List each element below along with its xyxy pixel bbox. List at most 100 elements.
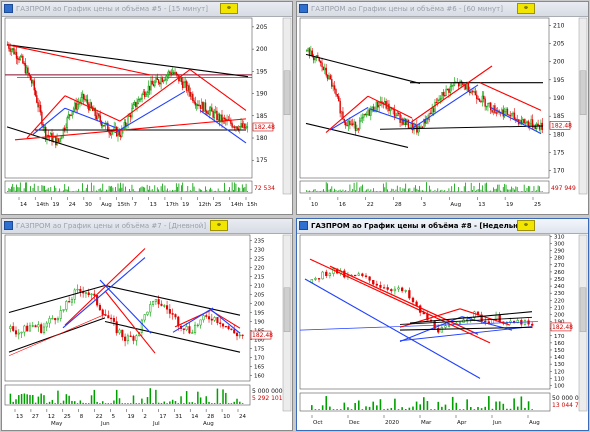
candle	[471, 90, 474, 93]
candle	[364, 113, 366, 116]
candle	[216, 317, 219, 324]
candle	[10, 49, 13, 52]
scrollbar-thumb[interactable]	[283, 70, 291, 116]
trend-line[interactable]	[309, 258, 491, 344]
chart-window-60min[interactable]: ГАЗПРОМ ао График цены и объёма #6 - [60…	[296, 1, 589, 215]
volume-bar	[391, 188, 393, 192]
x-tick-label: 30	[85, 202, 92, 208]
trend-line[interactable]	[367, 95, 413, 119]
candle	[438, 99, 440, 101]
candle	[176, 73, 179, 76]
trend-line[interactable]	[114, 90, 186, 134]
trend-line[interactable]	[411, 84, 479, 130]
volume-bar	[57, 390, 59, 404]
trend-line[interactable]	[64, 248, 146, 326]
trend-line[interactable]	[104, 290, 156, 354]
candle	[187, 85, 189, 91]
candle	[157, 79, 160, 84]
candle	[146, 92, 148, 95]
volume-bar	[336, 191, 338, 192]
trend-line[interactable]	[6, 126, 110, 160]
volume-bar	[21, 191, 22, 192]
volume-bar	[230, 403, 233, 404]
chart-window-weekly[interactable]: ГАЗПРОМ ао График цены и объёма #8 - [Не…	[296, 218, 589, 431]
volume-bar	[141, 398, 143, 404]
trend-line[interactable]	[6, 44, 249, 78]
scrollbar-thumb[interactable]	[579, 287, 587, 333]
volume-bar	[328, 189, 330, 192]
candle	[112, 318, 115, 322]
volume-bar	[426, 401, 429, 410]
candle	[126, 335, 129, 342]
volume-bar	[355, 190, 356, 192]
volume-bar	[516, 406, 519, 410]
x-tick-label: 22	[367, 202, 374, 208]
volume-bar	[175, 183, 177, 192]
volume-bar	[388, 191, 390, 192]
candle	[495, 112, 497, 114]
volume-bar	[371, 191, 373, 192]
scrollbar-thumb[interactable]	[579, 70, 587, 116]
candle	[314, 57, 316, 61]
candle	[166, 305, 169, 310]
candle	[14, 330, 18, 335]
candle	[510, 113, 513, 117]
chart-area[interactable]: 2352302252202152102052001951901851801751…	[2, 219, 292, 430]
trend-line[interactable]	[64, 95, 121, 122]
candle	[132, 104, 134, 109]
candle	[201, 101, 203, 109]
candle	[185, 81, 188, 91]
candle	[343, 270, 346, 278]
trend-line[interactable]	[99, 279, 152, 334]
candle	[241, 334, 244, 337]
candle	[347, 120, 350, 127]
trend-line[interactable]	[489, 106, 542, 135]
candle	[390, 289, 393, 292]
x-tick-label: 3	[423, 202, 427, 208]
candle	[90, 102, 93, 108]
scrollbar-thumb[interactable]	[283, 287, 291, 333]
volume-bar	[225, 392, 227, 404]
candle	[219, 322, 222, 324]
volume-bar	[135, 403, 138, 404]
candle	[480, 100, 482, 103]
candle	[527, 320, 530, 325]
volume-bar	[438, 191, 440, 192]
trend-line[interactable]	[379, 125, 544, 130]
trend-line[interactable]	[8, 284, 106, 314]
trend-line[interactable]	[8, 314, 106, 357]
chart-area[interactable]: 210 205 200 195 190 185 180 175 170 182.48 497 949…	[297, 2, 588, 214]
volume-bar	[51, 399, 54, 404]
volume-bar	[224, 182, 225, 192]
candle	[96, 113, 99, 120]
volume-bar	[451, 396, 454, 410]
trend-line[interactable]	[411, 65, 493, 123]
trend-line[interactable]	[325, 95, 369, 133]
chart-area[interactable]: 205200195190185180175182.4872 53414 14th 1…	[2, 2, 292, 214]
trend-line[interactable]	[32, 107, 66, 135]
candle	[370, 109, 372, 116]
candle	[305, 50, 308, 52]
volume-bar	[183, 403, 185, 404]
volume-bar	[55, 187, 57, 192]
volume-bar	[477, 406, 479, 410]
volume-bar	[378, 191, 380, 192]
chart-area[interactable]: 3103002902802702602502402302202102001901…	[297, 219, 588, 430]
chart-window-daily[interactable]: ГАЗПРОМ ао График цены и объёма #7 - [Дн…	[1, 218, 293, 431]
volume-bar	[107, 190, 109, 192]
x-tick-label: 14th	[231, 202, 244, 208]
volume-bar	[168, 191, 170, 192]
chart-window-15min[interactable]: ГАЗПРОМ ао График цены и объёма #5 - [15…	[1, 1, 293, 215]
volume-bar	[107, 403, 110, 404]
candle	[331, 79, 333, 87]
candle	[48, 318, 51, 324]
volume-bar	[533, 186, 535, 192]
volume-bar	[125, 186, 126, 192]
volume-bar	[203, 191, 205, 192]
y-tick-label: 205	[254, 292, 265, 298]
volume-bar	[516, 187, 518, 192]
volume-bar	[491, 191, 493, 192]
volume-bar	[329, 406, 331, 410]
volume-bar	[234, 182, 236, 192]
volume-bar	[121, 187, 123, 192]
